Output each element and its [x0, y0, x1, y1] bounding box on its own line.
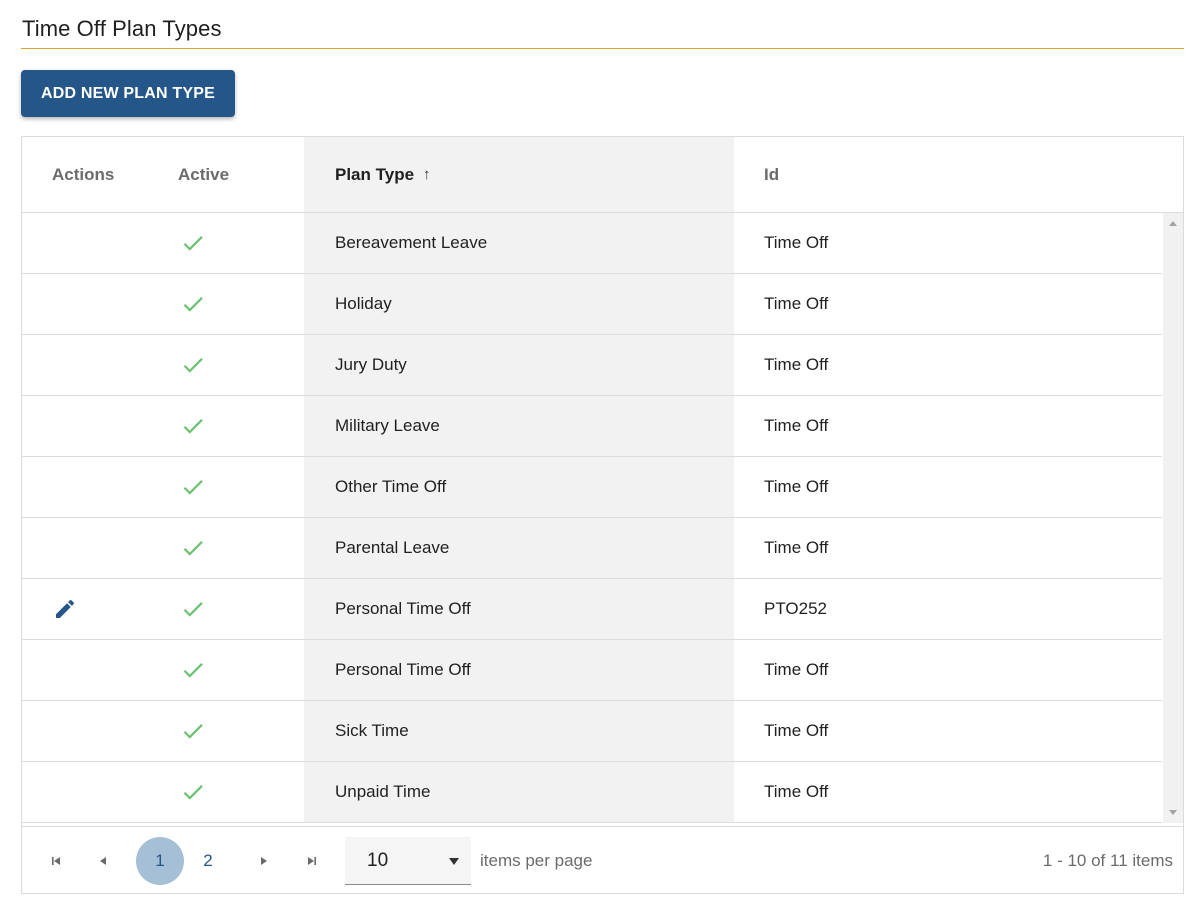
vertical-scrollbar[interactable] [1163, 213, 1183, 823]
cell-active [148, 762, 304, 822]
cell-id: Time Off [764, 660, 829, 679]
cell-id: Time Off [764, 782, 829, 801]
column-header-plan-type-label: Plan Type [335, 164, 415, 184]
add-new-plan-type-button[interactable]: ADD NEW PLAN TYPE [21, 70, 235, 117]
plan-types-grid: Actions Active Plan Type ↑ Id Bereavemen… [21, 136, 1184, 894]
checkmark-icon [183, 663, 203, 678]
cell-active [148, 640, 304, 700]
cell-plan-type: Military Leave [335, 416, 440, 435]
table-row[interactable]: Other Time Off Time Off [22, 457, 1162, 518]
cell-id: Time Off [764, 294, 829, 313]
cell-id: PTO252 [764, 599, 828, 618]
cell-plan-type: Personal Time Off [335, 660, 471, 679]
cell-plan-type: Unpaid Time [335, 782, 431, 801]
column-header-plan-type[interactable]: Plan Type ↑ [304, 137, 734, 212]
table-row[interactable]: Personal Time Off PTO252 [22, 579, 1162, 640]
cell-plan-type: Parental Leave [335, 538, 450, 557]
cell-actions [22, 457, 148, 517]
cell-active [148, 335, 304, 395]
column-header-actions[interactable]: Actions [22, 137, 148, 212]
table-row[interactable]: Bereavement Leave Time Off [22, 213, 1162, 274]
title-divider [21, 48, 1184, 49]
cell-actions [22, 274, 148, 334]
scroll-up-arrow-icon[interactable] [1169, 221, 1177, 226]
scroll-down-arrow-icon[interactable] [1169, 810, 1177, 815]
cell-plan-type: Jury Duty [335, 355, 407, 374]
checkmark-icon [183, 236, 203, 251]
cell-plan-type: Sick Time [335, 721, 409, 740]
cell-id: Time Off [764, 233, 829, 252]
cell-active [148, 518, 304, 578]
page-title: Time Off Plan Types [22, 16, 222, 41]
checkmark-icon [183, 480, 203, 495]
cell-plan-type: Holiday [335, 294, 392, 313]
next-page-icon[interactable] [240, 837, 288, 885]
page-size-label: items per page [480, 851, 593, 870]
cell-id: Time Off [764, 477, 829, 496]
pager-info: 1 - 10 of 11 items [1042, 851, 1173, 870]
grid-header: Actions Active Plan Type ↑ Id [22, 137, 1183, 213]
cell-active [148, 396, 304, 456]
pager: 1 2 10 items per page 1 - 10 of 11 items [22, 826, 1183, 893]
checkmark-icon [183, 297, 203, 312]
cell-actions [22, 640, 148, 700]
checkmark-icon [183, 724, 203, 739]
table-row[interactable]: Jury Duty Time Off [22, 335, 1162, 396]
column-header-id-label: Id [764, 164, 780, 184]
prev-page-icon[interactable] [79, 837, 127, 885]
cell-plan-type: Other Time Off [335, 477, 447, 496]
table-row[interactable]: Sick Time Time Off [22, 701, 1162, 762]
cell-id: Time Off [764, 721, 829, 740]
page-button-1[interactable]: 1 [136, 837, 184, 885]
cell-id: Time Off [764, 538, 829, 557]
cell-id: Time Off [764, 355, 829, 374]
cell-plan-type: Personal Time Off [335, 599, 471, 618]
cell-active [148, 274, 304, 334]
cell-actions [22, 579, 148, 639]
cell-actions [22, 396, 148, 456]
page-size-value: 10 [367, 849, 389, 871]
column-header-actions-label: Actions [52, 164, 115, 184]
table-row[interactable]: Parental Leave Time Off [22, 518, 1162, 579]
checkmark-icon [183, 541, 203, 556]
last-page-icon[interactable] [288, 837, 336, 885]
grid-body: Bereavement Leave Time Off Holiday Time Off… [22, 213, 1183, 823]
checkmark-icon [183, 358, 203, 373]
cell-plan-type: Bereavement Leave [335, 233, 488, 252]
cell-actions [22, 213, 148, 273]
table-row[interactable]: Unpaid Time Time Off [22, 762, 1162, 823]
table-row[interactable]: Holiday Time Off [22, 274, 1162, 335]
checkmark-icon [183, 419, 203, 434]
table-row[interactable]: Personal Time Off Time Off [22, 640, 1162, 701]
pencil-edit-icon[interactable] [53, 597, 77, 621]
cell-actions [22, 335, 148, 395]
checkmark-icon [183, 602, 203, 617]
table-row[interactable]: Military Leave Time Off [22, 396, 1162, 457]
cell-id: Time Off [764, 416, 829, 435]
cell-actions [22, 762, 148, 822]
page-button-2[interactable]: 2 [184, 837, 232, 885]
column-header-active-label: Active [178, 164, 230, 184]
cell-active [148, 579, 304, 639]
chevron-down-icon [449, 858, 459, 865]
sort-ascending-icon: ↑ [423, 166, 431, 183]
cell-active [148, 701, 304, 761]
page-size-select[interactable]: 10 [345, 837, 471, 885]
cell-active [148, 457, 304, 517]
cell-active [148, 213, 304, 273]
cell-actions [22, 701, 148, 761]
scroll-thumb[interactable] [1166, 233, 1180, 803]
first-page-icon[interactable] [32, 837, 80, 885]
checkmark-icon [183, 785, 203, 800]
column-header-active[interactable]: Active [148, 137, 390, 212]
column-header-id[interactable]: Id [734, 137, 1183, 212]
cell-actions [22, 518, 148, 578]
